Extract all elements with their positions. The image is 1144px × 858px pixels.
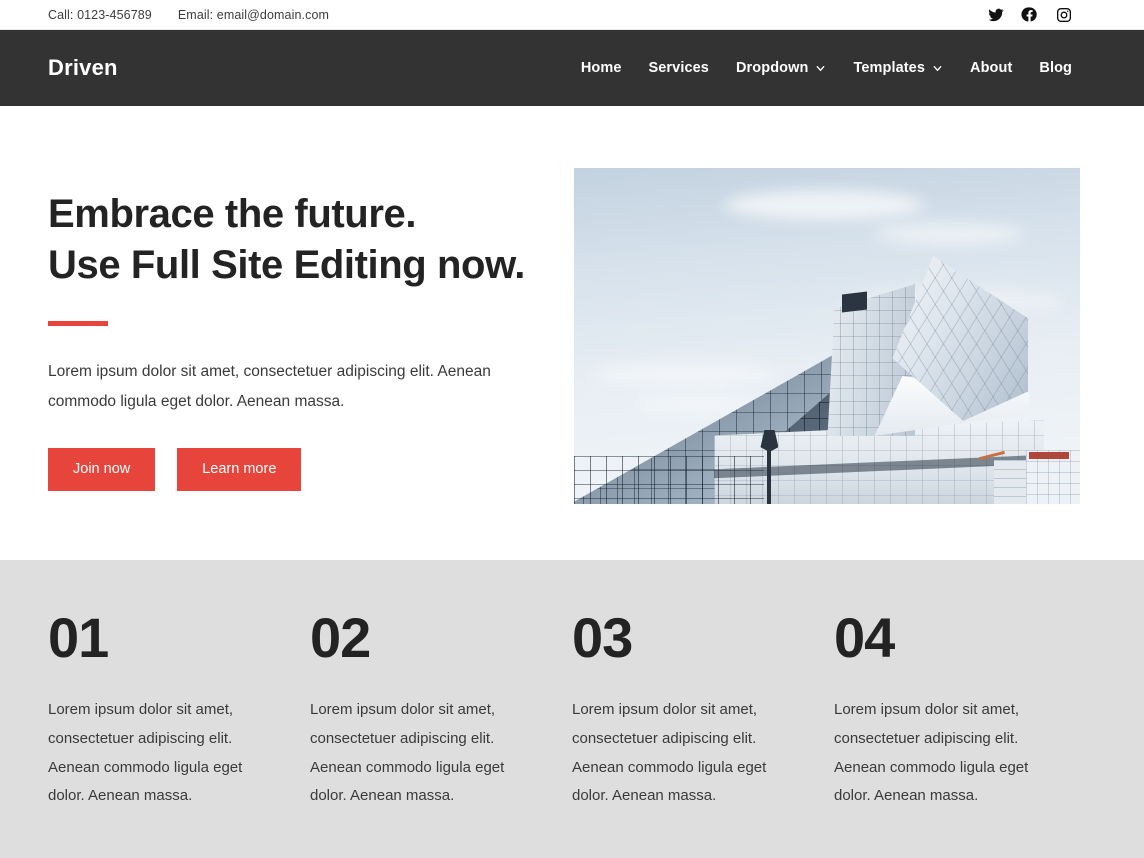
distant-building-accent	[1029, 452, 1070, 459]
base-glass-shape	[574, 456, 765, 504]
nav-label: Blog	[1039, 60, 1072, 76]
nav-item-about[interactable]: About	[970, 60, 1012, 76]
main-navigation: Home Services Dropdown Templates About B…	[581, 60, 1072, 76]
nav-item-templates[interactable]: Templates	[853, 60, 943, 76]
stat-card: 01 Lorem ipsum dolor sit amet, consectet…	[48, 610, 310, 858]
stat-number: 02	[310, 606, 371, 669]
hero-button-group: Join now Learn more	[48, 448, 574, 491]
stat-number: 03	[572, 606, 633, 669]
learn-more-button[interactable]: Learn more	[177, 448, 302, 491]
hero-content: Embrace the future. Use Full Site Editin…	[48, 168, 574, 491]
chevron-down-icon[interactable]	[932, 63, 943, 74]
cloud-shape	[724, 190, 925, 220]
hero-title: Embrace the future. Use Full Site Editin…	[48, 189, 574, 291]
hero-title-line-1: Embrace the future.	[48, 192, 417, 236]
stat-description: Lorem ipsum dolor sit amet, consectetuer…	[572, 701, 767, 805]
site-header: Driven Home Services Dropdown Templates …	[0, 30, 1144, 106]
stat-description: Lorem ipsum dolor sit amet, consectetuer…	[310, 701, 505, 805]
nav-item-services[interactable]: Services	[649, 60, 709, 76]
hero-paragraph: Lorem ipsum dolor sit amet, consectetuer…	[48, 362, 491, 410]
stat-number: 01	[48, 606, 109, 669]
instagram-icon[interactable]	[1055, 6, 1072, 23]
nav-label: Home	[580, 60, 622, 76]
nav-label: About	[970, 60, 1013, 76]
nav-item-blog[interactable]: Blog	[1039, 60, 1072, 76]
stats-section: 01 Lorem ipsum dolor sit amet, consectet…	[0, 560, 1144, 858]
building-photo	[574, 168, 1080, 504]
stat-description: Lorem ipsum dolor sit amet, consectetuer…	[834, 701, 1029, 805]
cloud-shape	[594, 364, 775, 384]
nav-label: Templates	[853, 60, 925, 76]
nav-label: Dropdown	[735, 60, 809, 76]
join-now-button[interactable]: Join now	[48, 448, 156, 491]
top-bar-contact-group: Call: 0123-456789 Email: email@domain.co…	[48, 8, 987, 22]
hero-image	[574, 168, 1080, 504]
nav-label: Services	[648, 60, 709, 76]
hero-title-line-2: Use Full Site Editing now.	[48, 242, 526, 287]
hero-divider	[48, 320, 108, 326]
stat-description: Lorem ipsum dolor sit amet, consectetuer…	[48, 701, 243, 805]
site-logo[interactable]: Driven	[48, 55, 118, 81]
nav-item-home[interactable]: Home	[581, 60, 622, 76]
twitter-icon[interactable]	[987, 6, 1004, 23]
social-links	[987, 6, 1072, 23]
email-text: Email: email@domain.com	[177, 7, 330, 22]
tower-window	[842, 291, 868, 313]
facebook-icon[interactable]	[1021, 6, 1038, 23]
phone-text: Call: 0123-456789	[48, 7, 152, 22]
stat-card: 03 Lorem ipsum dolor sit amet, consectet…	[572, 610, 834, 858]
top-bar: Call: 0123-456789 Email: email@domain.co…	[0, 0, 1144, 30]
stat-number: 04	[834, 606, 895, 669]
hero-section: Embrace the future. Use Full Site Editin…	[0, 106, 1144, 560]
cloud-shape	[874, 223, 1025, 245]
chevron-down-icon[interactable]	[815, 63, 826, 74]
stat-card: 02 Lorem ipsum dolor sit amet, consectet…	[310, 610, 572, 858]
stat-card: 04 Lorem ipsum dolor sit amet, consectet…	[834, 610, 1096, 858]
nav-item-dropdown[interactable]: Dropdown	[736, 60, 826, 76]
